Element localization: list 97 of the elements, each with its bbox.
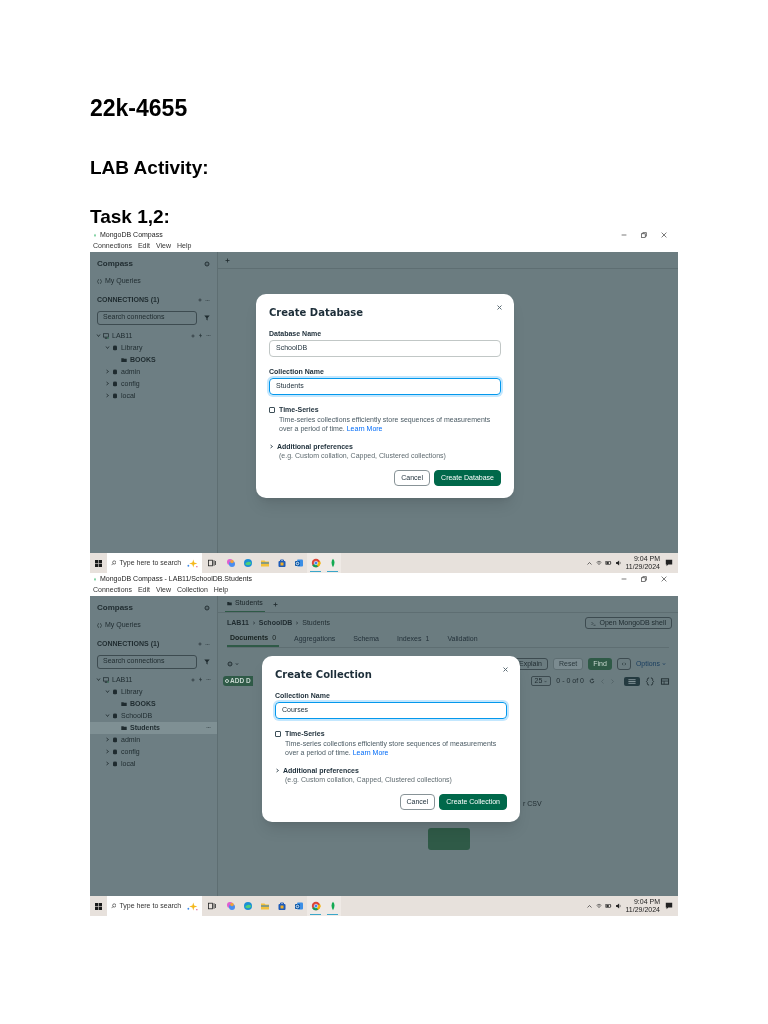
caret-icon[interactable]	[235, 662, 239, 666]
caret-icon[interactable]	[105, 345, 110, 350]
restore-icon[interactable]	[641, 232, 647, 238]
lightning-icon[interactable]	[198, 333, 203, 338]
task-heading: Task 1,2:	[90, 206, 171, 228]
monitor-icon	[103, 676, 109, 683]
caret-icon[interactable]	[105, 749, 110, 754]
database-icon	[112, 368, 118, 375]
leaf-icon	[93, 576, 97, 582]
folder-icon	[121, 700, 127, 707]
leaf-icon	[93, 232, 97, 238]
mail-icon[interactable]	[293, 558, 304, 568]
minimize-icon[interactable]	[621, 232, 627, 238]
taskbar-app[interactable]	[324, 896, 341, 916]
database-icon	[112, 748, 118, 755]
monitor-icon	[103, 332, 109, 339]
page-heading: 22k-4655	[90, 94, 189, 121]
battery-icon[interactable]	[605, 560, 613, 566]
battery-icon[interactable]	[605, 903, 613, 909]
settings-icon[interactable]	[227, 661, 233, 667]
notification-icon[interactable]	[665, 902, 673, 910]
caret-icon[interactable]	[105, 393, 110, 398]
notification-icon[interactable]	[665, 559, 673, 567]
close-icon[interactable]	[503, 667, 508, 672]
taskbar-app[interactable]	[307, 553, 324, 573]
caret-icon[interactable]	[105, 689, 110, 694]
wifi-icon[interactable]	[596, 560, 603, 566]
database-icon	[112, 712, 118, 719]
search-icon	[111, 560, 117, 566]
database-icon	[112, 760, 118, 767]
browser-icon[interactable]	[310, 901, 321, 911]
folder-icon	[227, 601, 232, 606]
refresh-icon[interactable]	[589, 678, 595, 685]
sidebar-title: Compass	[97, 258, 133, 270]
windows-logo-icon[interactable]	[95, 902, 102, 910]
sparkle-icon	[187, 558, 198, 568]
shopping-bag-icon[interactable]	[276, 901, 287, 911]
caret-icon[interactable]	[105, 369, 110, 374]
caret-icon[interactable]	[269, 444, 274, 449]
filter-icon[interactable]	[204, 658, 210, 665]
taskbar-app[interactable]	[307, 896, 324, 916]
sparkle-icon	[187, 901, 198, 911]
braces-icon	[97, 278, 102, 284]
section-heading: LAB Activity:	[90, 157, 210, 179]
search-icon	[111, 903, 117, 909]
wifi-icon[interactable]	[596, 903, 603, 909]
windows-logo-icon[interactable]	[95, 559, 102, 567]
list-view-icon[interactable]	[624, 676, 640, 686]
terminal-icon	[591, 620, 597, 626]
caret-icon[interactable]	[275, 768, 280, 773]
folder-icon	[121, 356, 127, 363]
close-icon[interactable]	[497, 305, 502, 310]
mail-icon[interactable]	[293, 901, 304, 911]
database-icon	[112, 380, 118, 387]
table-icon[interactable]	[660, 676, 670, 686]
volume-icon[interactable]	[615, 903, 623, 909]
caret-up-icon[interactable]	[587, 903, 593, 909]
lightning-icon[interactable]	[198, 677, 203, 682]
folder-icon	[121, 724, 127, 731]
copilot-icon[interactable]	[225, 558, 236, 568]
settings-icon[interactable]	[204, 261, 210, 267]
browser-icon[interactable]	[310, 558, 321, 568]
database-icon	[112, 344, 118, 351]
volume-icon[interactable]	[615, 560, 623, 566]
folder-icon[interactable]	[259, 901, 270, 911]
sidebar-title: Compass	[97, 602, 133, 614]
restore-icon[interactable]	[641, 576, 647, 582]
dialog-title: Create Collection	[275, 669, 373, 681]
braces-icon[interactable]	[645, 676, 655, 686]
settings-icon[interactable]	[204, 605, 210, 611]
copilot-icon[interactable]	[225, 901, 236, 911]
checkbox[interactable]	[275, 730, 281, 737]
database-icon	[112, 736, 118, 743]
close-icon[interactable]	[661, 576, 667, 582]
folder-icon[interactable]	[259, 558, 270, 568]
caret-icon[interactable]	[105, 713, 110, 718]
taskbar-app[interactable]	[324, 553, 341, 573]
caret-icon[interactable]	[105, 381, 110, 386]
caret-icon[interactable]	[105, 737, 110, 742]
caret-up-icon[interactable]	[587, 560, 593, 566]
minimize-icon[interactable]	[621, 576, 627, 582]
browser-icon[interactable]	[242, 558, 253, 568]
code-icon[interactable]	[616, 658, 631, 670]
close-icon[interactable]	[661, 232, 667, 238]
caret-icon[interactable]	[96, 333, 101, 338]
filter-icon[interactable]	[204, 314, 210, 321]
task-view-icon[interactable]	[208, 559, 216, 567]
braces-icon	[97, 622, 102, 628]
checkbox[interactable]	[269, 406, 275, 413]
browser-icon[interactable]	[242, 901, 253, 911]
caret-icon[interactable]	[105, 761, 110, 766]
database-icon	[112, 688, 118, 695]
caret-icon[interactable]	[96, 677, 101, 682]
dialog-title: Create Database	[269, 307, 365, 319]
shopping-bag-icon[interactable]	[276, 558, 287, 568]
database-icon	[112, 392, 118, 399]
task-view-icon[interactable]	[208, 902, 216, 910]
